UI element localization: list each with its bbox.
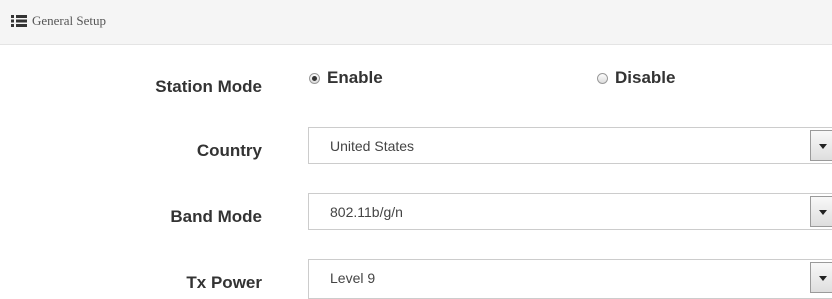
country-select[interactable]: United States — [308, 127, 832, 164]
tx-power-value: Level 9 — [330, 270, 376, 286]
station-mode-enable-radio[interactable]: Enable — [309, 68, 383, 88]
country-label: Country — [196, 141, 262, 160]
country-value: United States — [330, 138, 415, 154]
tx-power-label: Tx Power — [186, 273, 262, 292]
panel-title: General Setup — [32, 13, 107, 28]
station-mode-label: Station Mode — [155, 77, 262, 96]
tx-power-select[interactable]: Level 9 — [308, 259, 832, 299]
disable-option-label: Disable — [615, 68, 676, 87]
chevron-down-icon[interactable] — [810, 196, 832, 227]
chevron-down-icon[interactable] — [810, 262, 832, 293]
enable-option-label: Enable — [327, 68, 383, 87]
station-mode-disable-radio[interactable]: Disable — [597, 68, 675, 88]
list-icon — [11, 15, 27, 27]
radio-checked-icon[interactable] — [309, 72, 320, 84]
band-mode-label: Band Mode — [170, 207, 262, 226]
radio-unchecked-icon[interactable] — [597, 72, 608, 84]
panel-header: General Setup — [0, 0, 832, 45]
band-mode-value: 802.11b/g/n — [330, 204, 403, 220]
chevron-down-icon[interactable] — [810, 130, 832, 161]
band-mode-select[interactable]: 802.11b/g/n — [308, 193, 832, 230]
